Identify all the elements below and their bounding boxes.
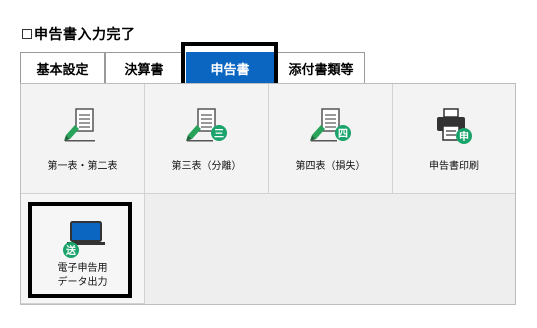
svg-text:申: 申 xyxy=(459,130,469,143)
document-pen-icon xyxy=(63,108,95,142)
tab-attachments[interactable]: 添付書類等 xyxy=(277,52,365,83)
svg-text:三: 三 xyxy=(214,128,224,140)
completion-label: 申告書入力完了 xyxy=(34,27,136,43)
card-label: 第一表・第二表 xyxy=(47,161,118,172)
tab-basic-settings[interactable]: 基本設定 xyxy=(20,52,105,83)
document-pen-badge-icon: 四 xyxy=(309,108,351,142)
tab-tax-return[interactable]: 申告書 xyxy=(186,52,274,83)
card-label-line2: データ出力 xyxy=(57,277,108,288)
laptop-badge-icon: 送 xyxy=(62,221,105,258)
completion-checkbox[interactable] xyxy=(22,29,32,39)
completion-checkbox-row[interactable]: 申告書入力完了 xyxy=(22,24,136,44)
card-label: 第三表（分離） xyxy=(171,161,242,172)
card-label: 第四表（損失） xyxy=(295,161,366,172)
printer-badge-icon: 申 xyxy=(437,108,472,144)
svg-text:送: 送 xyxy=(65,244,77,257)
tab-financial-statements[interactable]: 決算書 xyxy=(105,52,183,83)
card-label: 申告書印刷 xyxy=(429,161,479,172)
menu-panel: 第一表・第二表 三 第三表（分離） 四 第四表（損失） 申 申告書印刷 送 電子… xyxy=(20,83,516,305)
document-pen-badge-icon: 三 xyxy=(185,108,227,142)
card-print-return[interactable]: 申 申告書印刷 xyxy=(393,84,515,194)
card-fourth-table[interactable]: 四 第四表（損失） xyxy=(269,84,393,194)
card-first-second-table[interactable]: 第一表・第二表 xyxy=(21,84,145,194)
card-label-line1: 電子申告用 xyxy=(57,263,108,274)
card-e-filing-data-output[interactable]: 送 電子申告用 データ出力 xyxy=(21,194,145,304)
svg-text:四: 四 xyxy=(338,128,348,140)
card-third-table[interactable]: 三 第三表（分離） xyxy=(145,84,269,194)
